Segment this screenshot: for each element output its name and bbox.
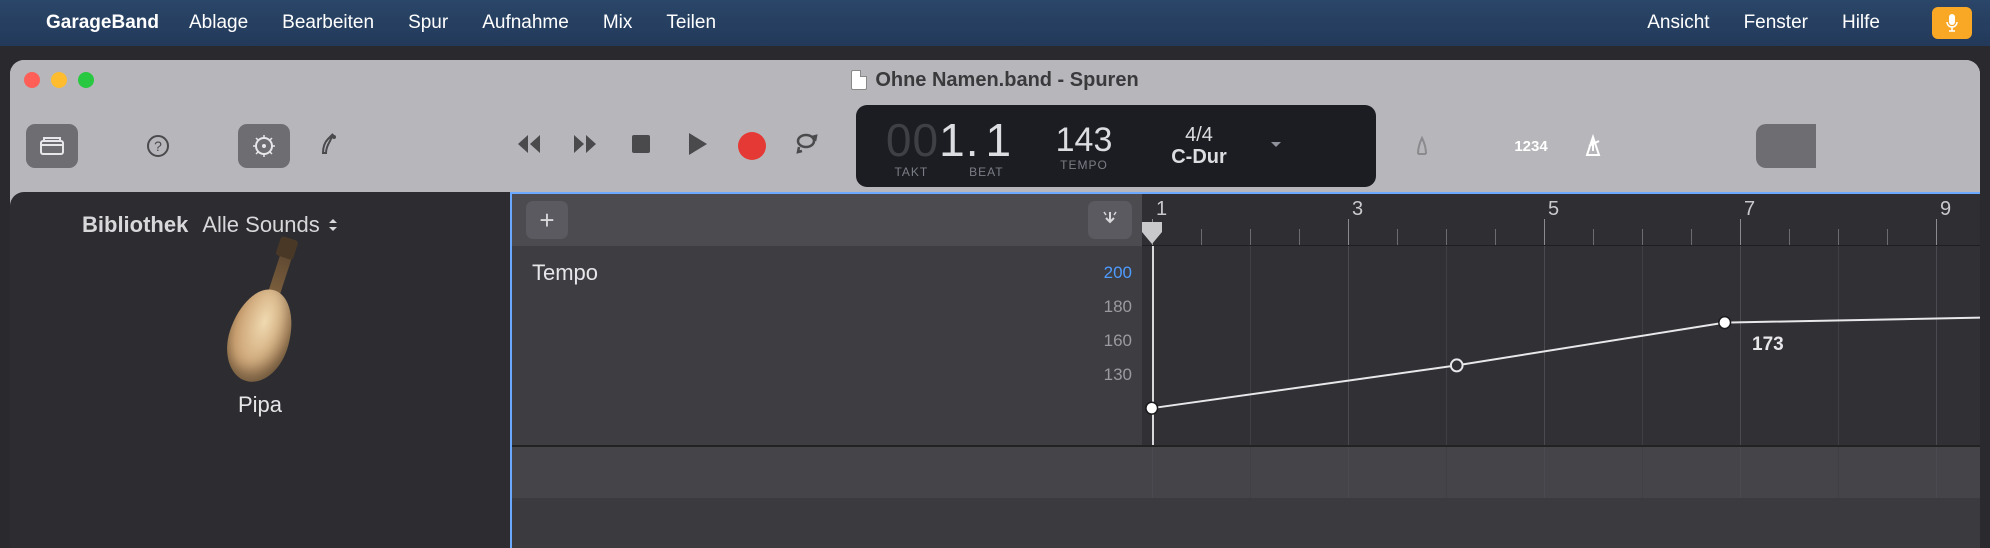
transport-controls bbox=[514, 129, 822, 164]
bar-label: TAKT bbox=[894, 165, 928, 179]
track-lane-empty bbox=[1142, 446, 1980, 498]
tempo-point[interactable] bbox=[1146, 402, 1158, 414]
rewind-button[interactable] bbox=[514, 129, 544, 164]
document-icon bbox=[851, 70, 867, 90]
tempo-point[interactable] bbox=[1451, 359, 1463, 371]
menu-aufnahme[interactable]: Aufnahme bbox=[482, 12, 569, 34]
menu-teilen[interactable]: Teilen bbox=[666, 12, 716, 34]
mac-menubar: GarageBand Ablage Bearbeiten Spur Aufnah… bbox=[0, 0, 1990, 46]
tempo-label: TEMPO bbox=[1024, 158, 1144, 172]
tempo-track-header[interactable]: Tempo 200 180 160 130 bbox=[512, 246, 1142, 446]
zoom-window-button[interactable] bbox=[78, 72, 94, 88]
sounds-filter-label: Alle Sounds bbox=[202, 212, 319, 238]
window-titlebar: Ohne Namen.band - Spuren bbox=[10, 60, 1980, 100]
tuner-button[interactable] bbox=[1396, 124, 1448, 168]
tracks-area: + 1 3 5 7 9 bbox=[510, 192, 1980, 548]
instrument-name: Pipa bbox=[10, 392, 510, 418]
play-button[interactable] bbox=[682, 129, 712, 164]
ruler-bar-1: 1 bbox=[1156, 198, 1167, 221]
lcd-display[interactable]: 001.1 TAKT BEAT 143 TEMPO 4/4 C-Dur bbox=[856, 105, 1376, 187]
ruler-bar-7: 7 bbox=[1744, 198, 1755, 221]
add-track-button[interactable]: + bbox=[526, 201, 568, 239]
tempo-track: Tempo 200 180 160 130 bbox=[512, 246, 1980, 446]
tempo-automation-lane[interactable]: 173 bbox=[1142, 246, 1980, 446]
ruler-bar-9: 9 bbox=[1940, 198, 1951, 221]
mic-status-icon[interactable] bbox=[1932, 7, 1972, 39]
main-area: Bibliothek Alle Sounds Pipa + bbox=[10, 192, 1980, 548]
library-heading: Bibliothek bbox=[82, 212, 188, 238]
beat-label: BEAT bbox=[969, 165, 1003, 179]
smart-controls-button[interactable] bbox=[238, 124, 290, 168]
key-signature[interactable]: C-Dur bbox=[1144, 146, 1254, 168]
tempo-scale-180: 180 bbox=[1104, 290, 1132, 324]
menu-fenster[interactable]: Fenster bbox=[1744, 12, 1808, 34]
menu-hilfe[interactable]: Hilfe bbox=[1842, 12, 1880, 34]
cycle-button[interactable] bbox=[792, 129, 822, 164]
metronome-button[interactable] bbox=[1566, 124, 1620, 168]
tempo-value[interactable]: 143 bbox=[1024, 121, 1144, 160]
app-name[interactable]: GarageBand bbox=[46, 12, 159, 34]
tempo-scale-130: 130 bbox=[1104, 358, 1132, 392]
control-bar: ? 001.1 TAKT BEAT bbox=[10, 100, 1980, 192]
time-signature[interactable]: 4/4 bbox=[1144, 124, 1254, 146]
menu-spur[interactable]: Spur bbox=[408, 12, 448, 34]
tempo-curve bbox=[1142, 246, 1980, 445]
traffic-lights bbox=[24, 72, 94, 88]
record-button[interactable] bbox=[738, 132, 766, 160]
menu-bearbeiten[interactable]: Bearbeiten bbox=[282, 12, 374, 34]
menu-mix[interactable]: Mix bbox=[603, 12, 633, 34]
menu-ansicht[interactable]: Ansicht bbox=[1647, 12, 1709, 34]
tempo-track-name: Tempo bbox=[532, 260, 598, 285]
tempo-point-value: 173 bbox=[1752, 334, 1784, 356]
quick-help-button[interactable]: ? bbox=[132, 124, 184, 168]
ruler-bar-5: 5 bbox=[1548, 198, 1559, 221]
window-title: Ohne Namen.band - Spuren bbox=[875, 69, 1138, 92]
tempo-scale-160: 160 bbox=[1104, 324, 1132, 358]
count-in-label: 1234 bbox=[1514, 138, 1547, 155]
instrument-preview[interactable]: Pipa bbox=[10, 248, 510, 418]
editors-button[interactable] bbox=[302, 124, 354, 168]
bar-value[interactable]: 1 bbox=[939, 114, 966, 166]
bar-dim: 00 bbox=[886, 114, 939, 166]
track-header-bar: + bbox=[512, 194, 1142, 246]
close-window-button[interactable] bbox=[24, 72, 40, 88]
library-toggle-button[interactable] bbox=[26, 124, 78, 168]
lcd-mode-chevron-icon[interactable] bbox=[1268, 136, 1284, 157]
tempo-scale: 200 180 160 130 bbox=[1104, 256, 1132, 392]
master-volume-button[interactable] bbox=[1756, 124, 1816, 168]
instrument-image bbox=[200, 248, 320, 388]
beat-value[interactable]: 1 bbox=[985, 114, 1012, 166]
svg-text:?: ? bbox=[154, 138, 162, 154]
playhead-icon[interactable] bbox=[1142, 222, 1164, 244]
tempo-point-selected[interactable] bbox=[1719, 317, 1731, 329]
library-sidebar: Bibliothek Alle Sounds Pipa bbox=[10, 192, 510, 548]
sounds-filter-select[interactable]: Alle Sounds bbox=[202, 212, 339, 238]
bar-ruler[interactable]: 1 3 5 7 9 bbox=[1142, 194, 1980, 246]
forward-button[interactable] bbox=[570, 129, 600, 164]
minimize-window-button[interactable] bbox=[51, 72, 67, 88]
catch-playhead-button[interactable] bbox=[1088, 201, 1132, 239]
menu-ablage[interactable]: Ablage bbox=[189, 12, 248, 34]
ruler-bar-3: 3 bbox=[1352, 198, 1363, 221]
count-in-button[interactable]: 1234 bbox=[1504, 124, 1558, 168]
stop-button[interactable] bbox=[626, 129, 656, 164]
tempo-scale-200: 200 bbox=[1104, 256, 1132, 290]
track-header-empty bbox=[512, 446, 1142, 498]
project-window: Ohne Namen.band - Spuren ? bbox=[10, 60, 1980, 548]
